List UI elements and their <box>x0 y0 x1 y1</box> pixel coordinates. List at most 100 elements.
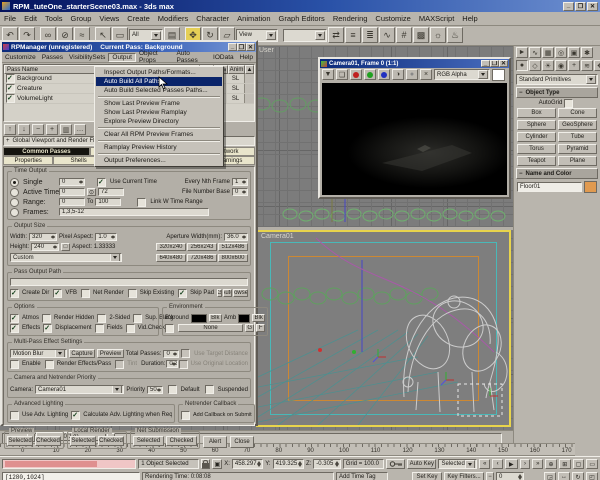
default-checkbox[interactable] <box>168 385 177 394</box>
alpha-channel-icon[interactable] <box>392 69 404 80</box>
menu-item-show-last-preview-frame[interactable]: Show Last Preview Frame <box>96 99 222 108</box>
helpers-icon[interactable] <box>568 60 580 71</box>
quick-render-icon[interactable] <box>447 27 463 43</box>
net-selected-button[interactable]: Selected <box>133 436 164 446</box>
spacewarps-icon[interactable] <box>581 60 593 71</box>
red-channel-icon[interactable] <box>350 69 362 80</box>
env-g-button[interactable]: G <box>245 324 254 332</box>
duration-spinner[interactable]: 0.25 <box>166 360 177 368</box>
menu-help[interactable]: Help <box>458 13 481 24</box>
menu-character[interactable]: Character <box>192 13 233 24</box>
mp-enable-checkbox[interactable] <box>10 360 19 369</box>
menu-item-clear-all-preview-frames[interactable]: Clear All RPM Preview Frames <box>96 130 222 139</box>
lock-range-button[interactable]: ⊙ <box>87 188 96 196</box>
vfb-checkbox[interactable] <box>53 289 62 298</box>
teapot-button[interactable]: Teapot <box>517 156 556 166</box>
menu-customize[interactable]: Customize <box>371 13 414 24</box>
hierarchy-tab-icon[interactable] <box>542 47 554 58</box>
create-dir-checkbox[interactable] <box>10 289 19 298</box>
systems-icon[interactable] <box>594 60 600 71</box>
maximize-button[interactable]: ❐ <box>575 2 586 11</box>
preset-800x600-button[interactable]: 800x600 <box>218 254 248 262</box>
menu-item-inspect-output-paths[interactable]: Inspect Output Paths/Formats... <box>96 68 222 77</box>
cylinder-button[interactable]: Cylinder <box>517 132 556 142</box>
utilities-tab-icon[interactable] <box>581 47 593 58</box>
x-coordinate-field[interactable]: 458.297 <box>232 459 263 469</box>
aspect-lock-button[interactable]: □ <box>61 243 70 251</box>
zoom-region-icon[interactable] <box>586 459 598 469</box>
cone-button[interactable]: Cone <box>558 108 597 118</box>
menu-tools[interactable]: Tools <box>41 13 67 24</box>
vfb-close-button[interactable]: ✕ <box>499 60 508 67</box>
range-start-field[interactable]: 0 <box>59 198 85 206</box>
vfb-maximize-button[interactable]: ❐ <box>490 60 499 67</box>
maxscript-listener-line[interactable]: [1280,1024] <box>2 472 140 480</box>
geosphere-button[interactable]: GeoSphere <box>558 120 597 130</box>
clone-vfb-icon[interactable] <box>336 69 348 80</box>
range-radio[interactable] <box>10 198 19 207</box>
blue-channel-icon[interactable] <box>378 69 390 80</box>
object-type-rollout[interactable]: − Object Type <box>516 87 598 98</box>
y-coordinate-field[interactable]: 419.325 <box>273 459 304 469</box>
menu-item-auto-build-all-paths[interactable]: Auto Build All Paths... <box>96 77 222 86</box>
anim-column-header[interactable]: Anim <box>228 65 245 74</box>
rpm-menu-object-props[interactable]: Object Props <box>136 50 174 64</box>
selection-lock-icon[interactable] <box>201 459 211 469</box>
preview-selected-button[interactable]: Selected <box>7 436 33 446</box>
create-tab-icon[interactable] <box>516 47 528 58</box>
torus-button[interactable]: Torus <box>517 144 556 154</box>
object-name-field[interactable]: Floor01 <box>517 182 582 192</box>
dialog-close-button[interactable]: ✕ <box>246 43 255 51</box>
go-to-end-icon[interactable] <box>532 459 543 469</box>
active-end-field[interactable]: 72 <box>98 188 124 196</box>
next-frame-icon[interactable] <box>520 459 531 469</box>
save-bitmap-icon[interactable] <box>322 69 334 80</box>
menu-edit[interactable]: Edit <box>20 13 41 24</box>
resolution-preset-dropdown[interactable]: Custom <box>10 253 122 262</box>
total-passes-spinner[interactable]: 0 <box>163 350 179 358</box>
autogrid-checkbox[interactable] <box>564 99 573 108</box>
schematic-view-icon[interactable] <box>396 27 412 43</box>
set-key-icon[interactable] <box>386 459 405 469</box>
two-sided-checkbox[interactable] <box>97 314 106 323</box>
zoom-all-icon[interactable] <box>559 459 571 469</box>
expand-icon[interactable]: + <box>6 138 10 144</box>
single-radio[interactable] <box>10 178 19 187</box>
arc-rotate-icon[interactable] <box>572 472 584 480</box>
frames-field[interactable]: 1,3,5-12 <box>59 208 209 216</box>
primitive-category-dropdown[interactable]: Standard Primitives <box>516 74 598 85</box>
rpm-menu-passes[interactable]: Passes <box>39 54 66 61</box>
link-time-range-checkbox[interactable] <box>137 198 146 207</box>
file-number-base-spinner[interactable]: 0 <box>232 188 248 196</box>
rpm-menu-auto-passes[interactable]: Auto Passes <box>173 50 210 64</box>
displacement-checkbox[interactable] <box>43 324 52 333</box>
list-scrollbar[interactable] <box>244 84 254 93</box>
fields-checkbox[interactable] <box>95 324 104 333</box>
bground-color-swatch[interactable] <box>191 314 207 323</box>
suspended-checkbox[interactable] <box>205 385 214 394</box>
cameras-icon[interactable] <box>555 60 567 71</box>
named-selection-sets-dropdown[interactable] <box>283 29 327 42</box>
effects-checkbox[interactable] <box>10 324 19 333</box>
green-channel-icon[interactable] <box>364 69 376 80</box>
more-pass-tools-icon[interactable] <box>74 124 86 135</box>
add-pass-icon[interactable] <box>46 124 58 135</box>
preview-button[interactable]: Preview <box>97 349 123 358</box>
field-of-view-icon[interactable] <box>544 472 556 480</box>
key-mode-dropdown[interactable]: Selected <box>438 459 477 469</box>
active-start-field[interactable]: 0 <box>59 188 85 196</box>
rpm-menu-customize[interactable]: Customize <box>2 54 39 61</box>
every-nth-frame-spinner[interactable]: 1 <box>232 178 248 186</box>
aperture-width-spinner[interactable]: 36.0 <box>224 233 248 241</box>
net-checked-button[interactable]: Checked <box>166 436 197 446</box>
menu-maxscript[interactable]: MAXScript <box>415 13 458 24</box>
dialog-minimize-button[interactable]: _ <box>228 43 237 51</box>
zoom-extents-icon[interactable] <box>573 459 585 469</box>
duplicate-pass-icon[interactable] <box>60 124 72 135</box>
preset-640x480-button[interactable]: 640x480 <box>156 254 186 262</box>
go-to-start-icon[interactable] <box>479 459 490 469</box>
rpm-menu-iodata[interactable]: IOData <box>210 54 237 61</box>
rpm-menu-output[interactable]: Output <box>108 53 136 62</box>
absolute-offset-toggle-icon[interactable]: ▣ <box>212 459 222 469</box>
render-effects-pass-checkbox[interactable] <box>45 360 54 369</box>
